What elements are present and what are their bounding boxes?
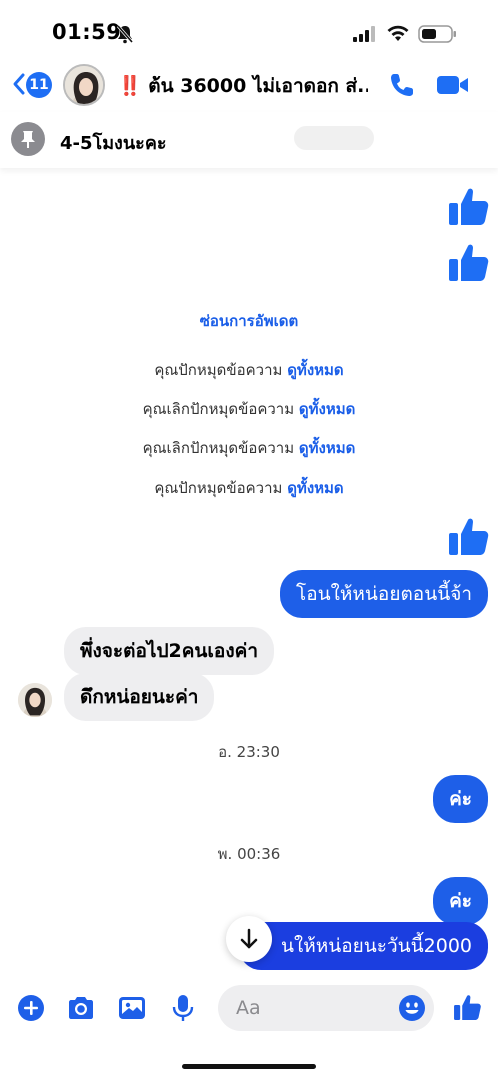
system-event-text: คุณปักหมุดข้อความ bbox=[154, 479, 288, 497]
outgoing-message[interactable]: ค่ะ bbox=[433, 877, 488, 925]
see-all-link[interactable]: ดูทั้งหมด bbox=[299, 400, 355, 418]
system-event: คุณปักหมุดข้อความ ดูทั้งหมด bbox=[0, 358, 498, 382]
system-event-text: คุณเลิกปักหมุดข้อความ bbox=[142, 439, 299, 457]
back-chevron-icon bbox=[13, 73, 25, 95]
unread-badge: 11 bbox=[26, 72, 52, 98]
pinned-message-bar[interactable]: 4-5โมงนะคะ bbox=[0, 112, 498, 168]
chat-title-text: ต้น 36000 ไม่เอาดอก ส่... bbox=[148, 75, 368, 97]
thumbs-up-icon bbox=[449, 188, 489, 225]
status-time: 01:59 bbox=[52, 20, 122, 44]
camera-icon[interactable] bbox=[66, 993, 96, 1023]
sender-avatar[interactable] bbox=[18, 683, 52, 717]
pinned-text: 4-5โมงนะคะ bbox=[60, 133, 167, 154]
incoming-message[interactable]: ดึกหน่อยนะค่า bbox=[64, 673, 215, 721]
outgoing-message[interactable]: โอนให้หน่อยตอนนี้จ้า bbox=[280, 570, 488, 618]
message-input[interactable]: Aa bbox=[218, 985, 434, 1031]
timestamp: พ. 00:36 bbox=[217, 845, 281, 863]
outgoing-message[interactable]: ค่ะ bbox=[433, 775, 488, 823]
phone-icon[interactable] bbox=[388, 71, 416, 99]
status-bar: 01:59 bbox=[0, 0, 498, 62]
see-all-link[interactable]: ดูทั้งหมด bbox=[287, 361, 343, 379]
battery-icon bbox=[418, 25, 456, 43]
chat-title[interactable]: ‼️ ต้น 36000 ไม่เอาดอก ส่... bbox=[118, 71, 368, 101]
video-icon[interactable] bbox=[436, 73, 470, 97]
alert-emoji: ‼️ bbox=[118, 75, 142, 97]
thumbs-up-icon bbox=[449, 518, 489, 555]
microphone-icon[interactable] bbox=[168, 993, 198, 1023]
timestamp: อ. 23:30 bbox=[218, 743, 280, 761]
incoming-message[interactable]: พึ่งจะต่อไป2คนเองค่า bbox=[64, 627, 274, 675]
contact-avatar[interactable] bbox=[63, 64, 105, 106]
signal-icon bbox=[353, 26, 375, 42]
home-indicator[interactable] bbox=[182, 1064, 316, 1069]
thumbs-up-icon[interactable] bbox=[452, 992, 482, 1022]
back-button[interactable]: 11 bbox=[12, 68, 56, 100]
chat-header: 11 ‼️ ต้น 36000 ไม่เอาดอก ส่... bbox=[0, 62, 498, 108]
hide-updates-link[interactable]: ซ่อนการอัพเดต bbox=[0, 309, 498, 333]
system-event: คุณเลิกปักหมุดข้อความ ดูทั้งหมด bbox=[0, 436, 498, 460]
plus-icon[interactable] bbox=[16, 993, 46, 1023]
emoji-icon[interactable] bbox=[398, 994, 426, 1022]
system-event-text: คุณเลิกปักหมุดข้อความ bbox=[142, 400, 299, 418]
see-all-link[interactable]: ดูทั้งหมด bbox=[299, 439, 355, 457]
input-placeholder: Aa bbox=[236, 997, 261, 1019]
scroll-to-bottom-button[interactable] bbox=[226, 916, 272, 962]
system-event: คุณเลิกปักหมุดข้อความ ดูทั้งหมด bbox=[0, 397, 498, 421]
thumbs-up-icon bbox=[449, 244, 489, 281]
arrow-down-icon bbox=[240, 928, 258, 949]
message-composer: Aa bbox=[0, 975, 498, 1047]
image-icon[interactable] bbox=[117, 993, 147, 1023]
outgoing-message[interactable]: นให้หน่อยนะวันนี้2000 bbox=[238, 922, 488, 970]
bell-off-icon bbox=[116, 25, 134, 44]
blurred-area bbox=[294, 126, 374, 150]
system-event: คุณปักหมุดข้อความ ดูทั้งหมด bbox=[0, 476, 498, 500]
system-event-text: คุณปักหมุดข้อความ bbox=[154, 361, 288, 379]
wifi-icon bbox=[387, 25, 409, 41]
avatar-photo bbox=[65, 66, 103, 104]
pin-icon bbox=[11, 122, 45, 156]
see-all-link[interactable]: ดูทั้งหมด bbox=[287, 479, 343, 497]
